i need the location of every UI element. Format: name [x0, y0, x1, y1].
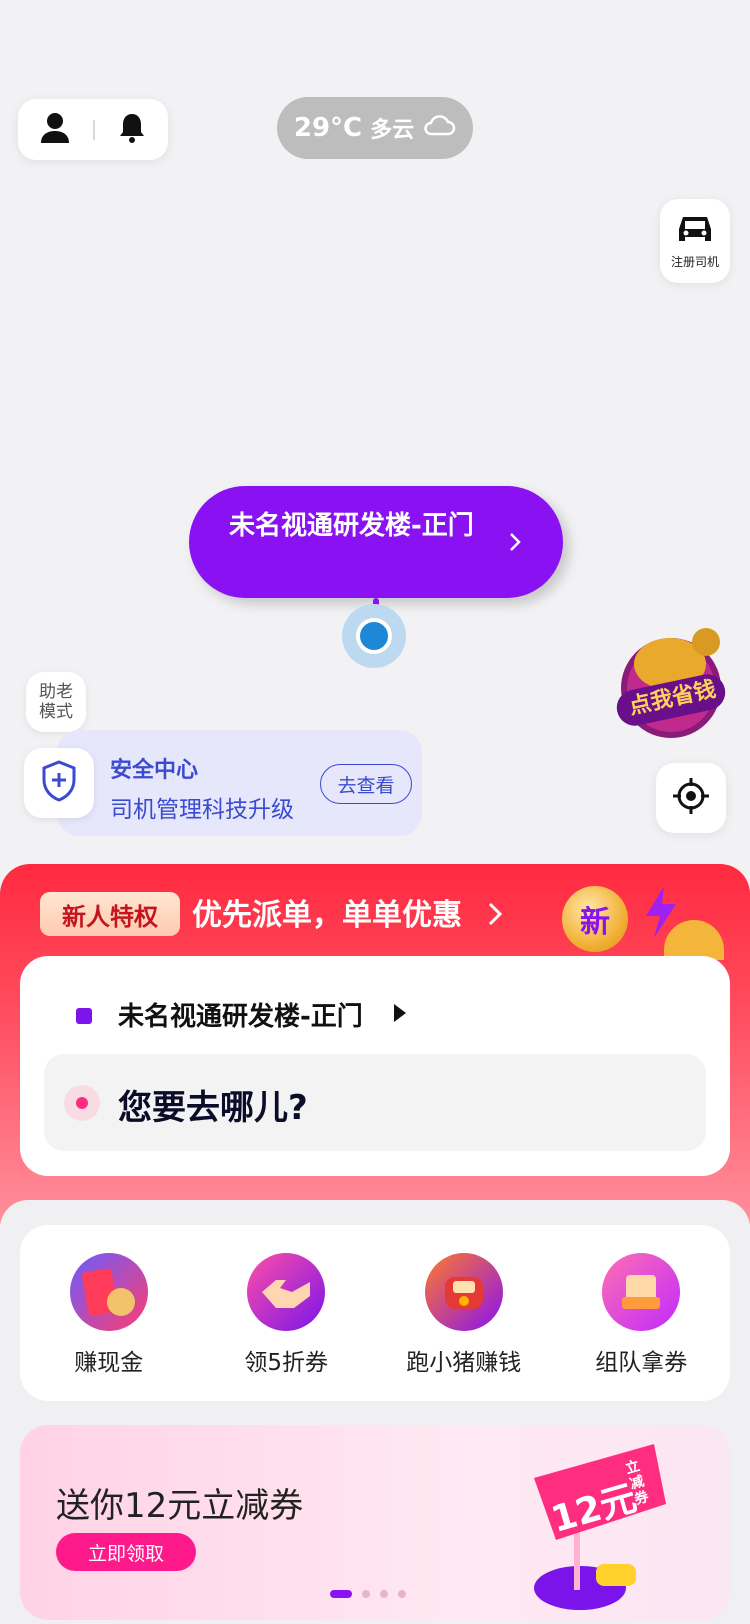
new-badge-coin: 新: [562, 886, 628, 952]
toolbar-divider: [93, 119, 95, 140]
shield-plus-icon: [39, 759, 79, 807]
service-half-coupon[interactable]: 领5折券: [201, 1253, 371, 1377]
safety-icon-box: [24, 748, 94, 818]
elder-mode-label-2: 模式: [39, 702, 73, 722]
banner-text[interactable]: 优先派单，单单优惠: [192, 890, 462, 934]
pig-wallet-icon: [424, 1253, 503, 1331]
new-user-tag: 新人特权: [40, 892, 180, 936]
service-label: 跑小猪赚钱: [406, 1350, 522, 1376]
coupon-title: 送你12元立减券: [56, 1486, 304, 1526]
pickup-location-label: 未名视通研发楼-正门: [229, 511, 474, 541]
weather-condition: 多云: [370, 118, 415, 143]
bell-icon[interactable]: [118, 112, 146, 148]
current-location-dot: [356, 618, 392, 654]
carousel-dot-active[interactable]: [330, 1590, 352, 1598]
destination-dot: [76, 1097, 88, 1109]
claim-coupon-button[interactable]: 立即领取: [56, 1533, 196, 1571]
service-label: 赚现金: [74, 1350, 144, 1376]
service-team-coupon[interactable]: 组队拿券: [556, 1253, 726, 1377]
coupon-flag-illustration: 12元 立减券: [524, 1438, 694, 1614]
service-pig-earn[interactable]: 跑小猪赚钱: [379, 1253, 549, 1377]
carousel-dot[interactable]: [380, 1590, 388, 1598]
safety-view-button[interactable]: 去查看: [320, 764, 412, 804]
service-label: 领5折券: [244, 1350, 329, 1376]
top-left-toolbar: [18, 99, 168, 160]
register-driver-label: 注册司机: [670, 254, 719, 269]
caret-right-icon: [394, 1004, 406, 1022]
destination-placeholder: 您要去哪儿?: [118, 1088, 308, 1128]
crosshair-icon: [671, 776, 711, 820]
chevron-right-icon: [501, 528, 529, 556]
pickup-location-bubble[interactable]: 未名视通研发楼-正门: [189, 486, 563, 598]
locate-me-button[interactable]: [656, 763, 726, 833]
pickup-address[interactable]: 未名视通研发楼-正门: [118, 996, 363, 1033]
elder-mode-button[interactable]: 助老 模式: [26, 672, 86, 732]
person-icon[interactable]: [40, 112, 70, 148]
services-row: 赚现金 领5折券 跑小猪赚钱 组队拿券: [20, 1225, 730, 1401]
service-label: 组队拿券: [595, 1350, 688, 1376]
safety-title: 安全中心: [110, 758, 199, 783]
car-icon: [676, 213, 714, 251]
cash-coupon-icon: [69, 1253, 148, 1331]
register-driver-button[interactable]: 注册司机: [660, 199, 730, 283]
weather-temp: 29°C: [293, 113, 363, 143]
cloud-icon: [422, 113, 456, 144]
handshake-icon: [247, 1253, 326, 1331]
safety-subtitle: 司机管理科技升级: [110, 797, 294, 823]
carousel-dots: [330, 1590, 406, 1598]
chevron-right-icon: [486, 900, 506, 928]
pickup-dot: [76, 1008, 92, 1024]
weather-pill: 29°C 多云: [277, 97, 473, 159]
team-coupon-icon: [602, 1253, 681, 1331]
save-money-medallion[interactable]: 点我省钱: [612, 622, 730, 740]
service-earn-cash[interactable]: 赚现金: [24, 1253, 194, 1377]
carousel-dot[interactable]: [398, 1590, 406, 1598]
carousel-dot[interactable]: [362, 1590, 370, 1598]
elder-mode-label-1: 助老: [39, 682, 73, 702]
